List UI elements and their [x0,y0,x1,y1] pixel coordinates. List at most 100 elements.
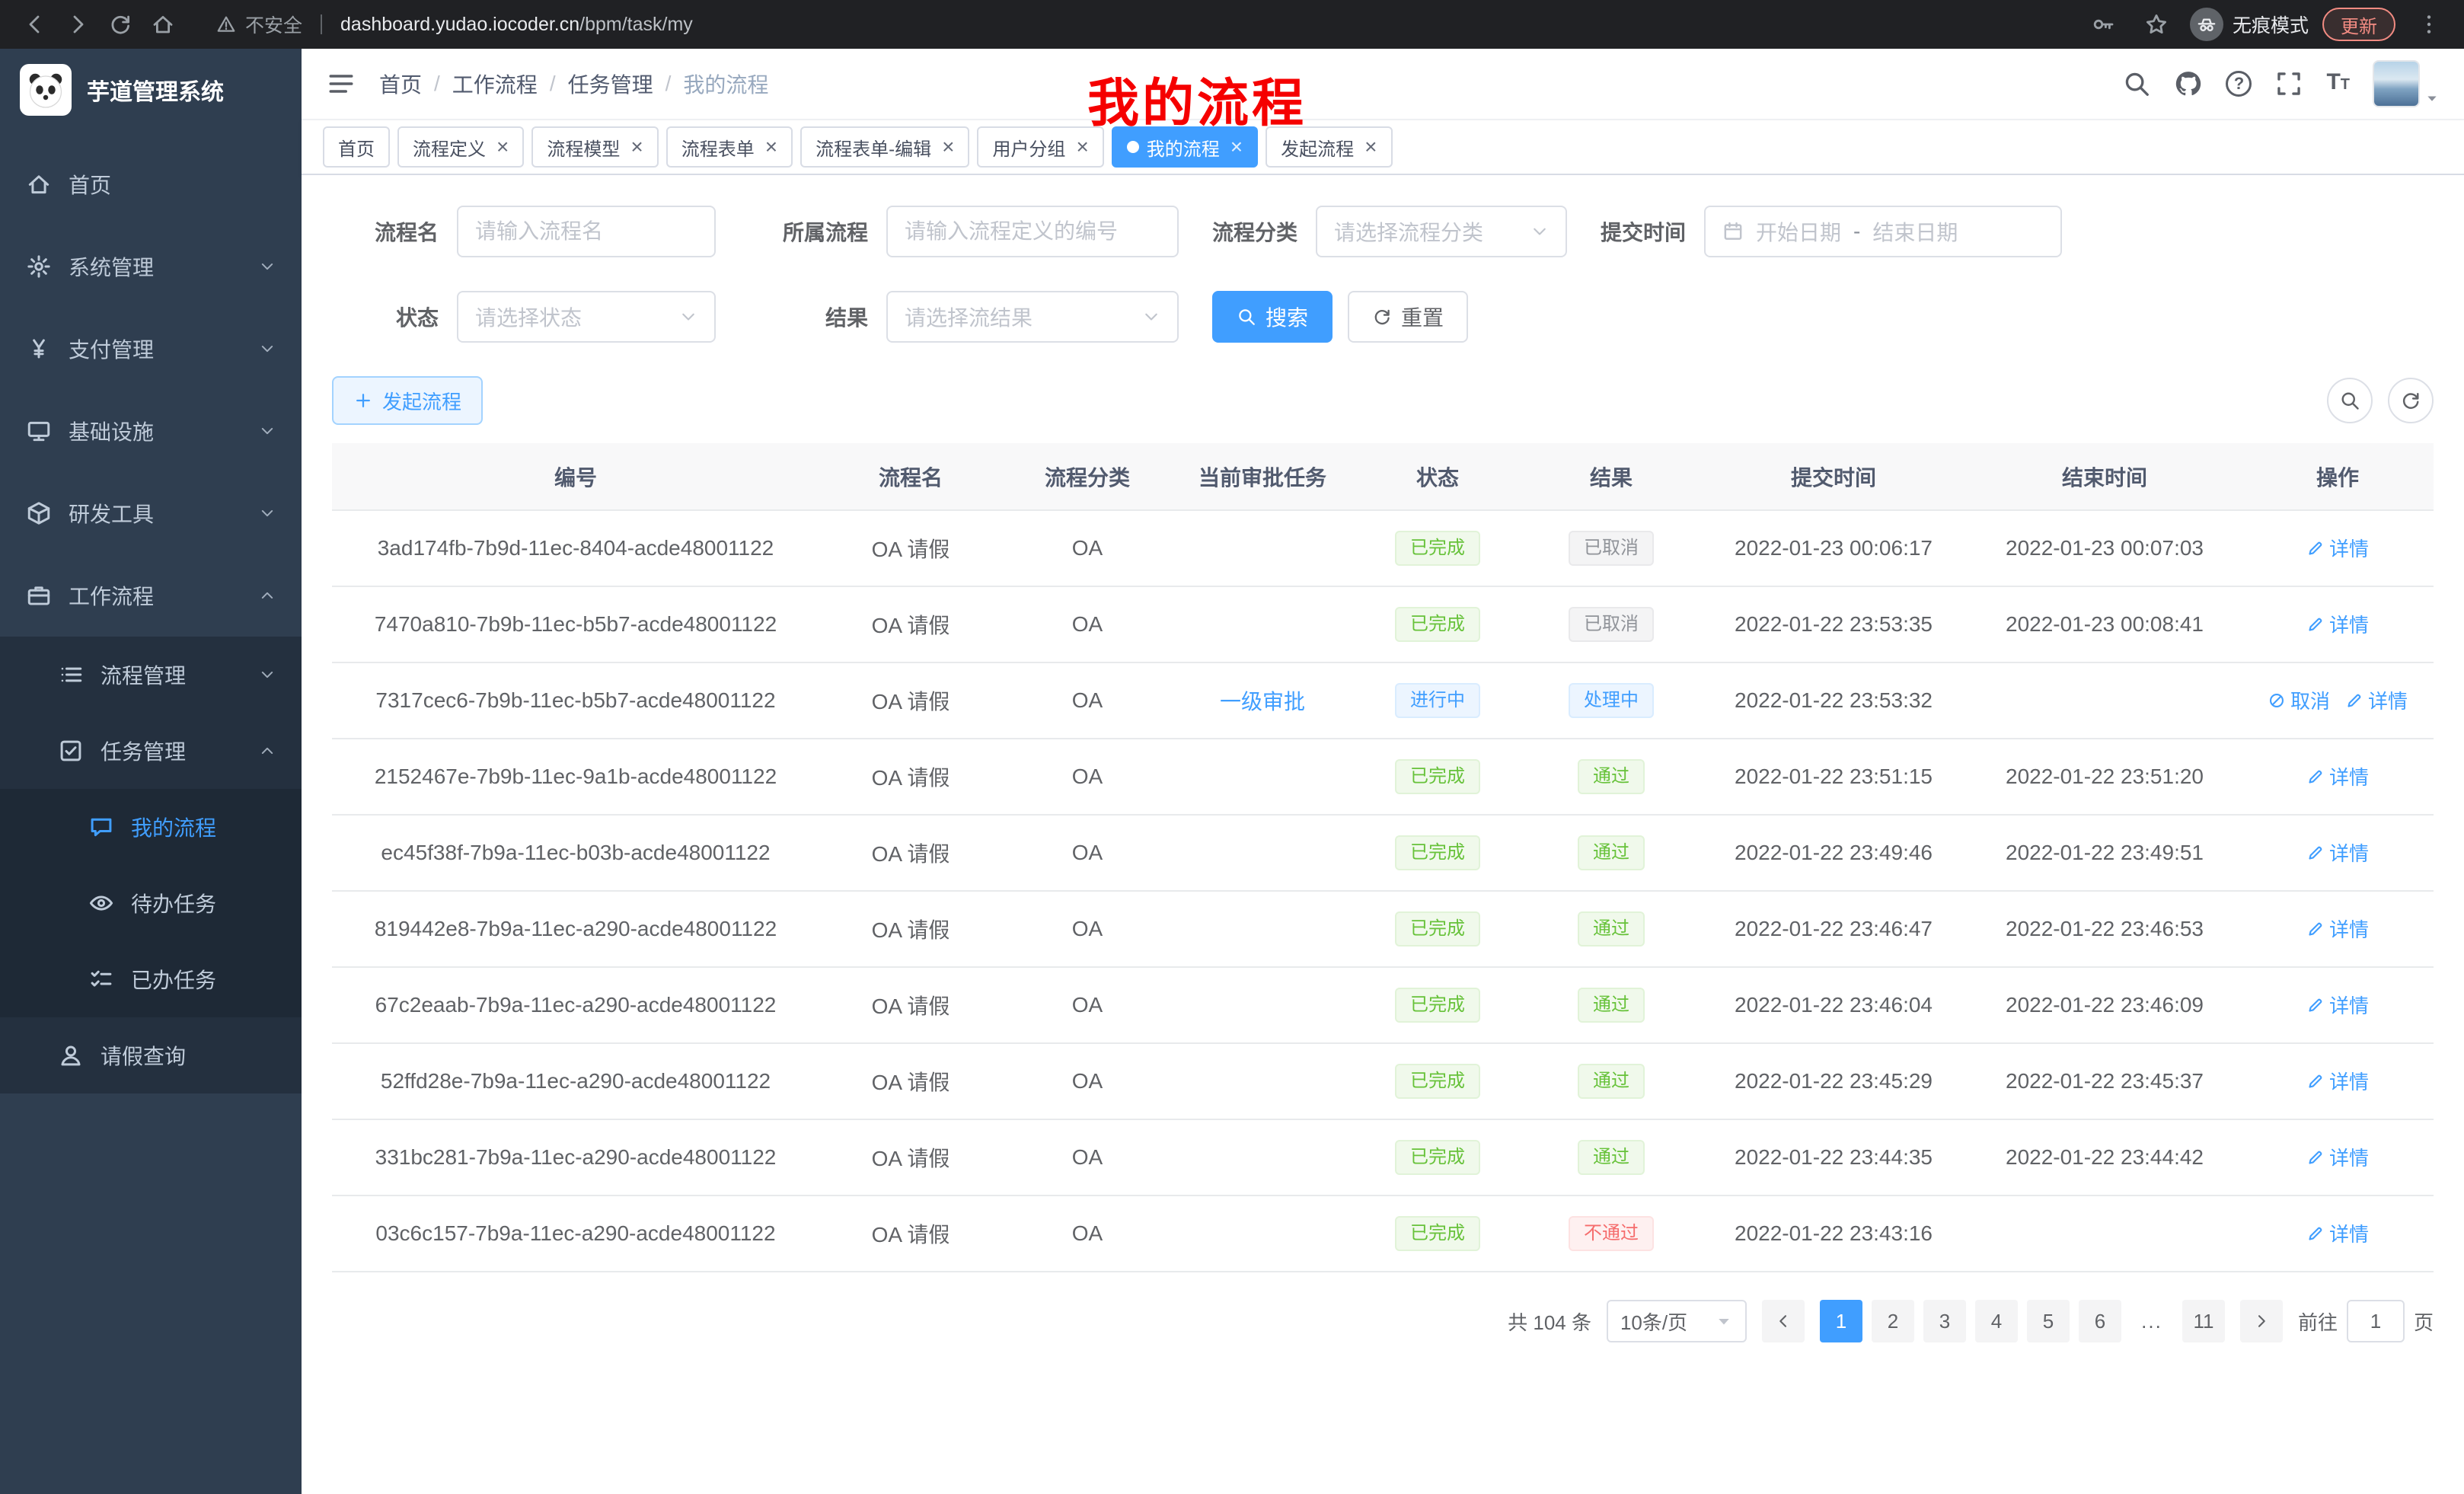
app-logo[interactable]: 芋道管理系统 [0,49,302,131]
detail-link[interactable]: 详情 [2306,915,2369,943]
page-6-button[interactable]: 6 [2079,1300,2121,1342]
main-area: 首页 工作流程 任务管理 我的流程 ? TT [302,49,2464,1494]
detail-link[interactable]: 详情 [2306,610,2369,638]
tab-home[interactable]: 首页 [323,126,390,168]
tab-process-model[interactable]: 流程模型× [531,126,658,168]
close-icon[interactable]: × [496,136,509,158]
sidebar-item-home[interactable]: 首页 [0,143,302,225]
cell-process-name: OA 请假 [819,1196,1002,1272]
detail-link[interactable]: 详情 [2306,1143,2369,1171]
warning-icon [216,14,236,34]
cell-current-task [1173,891,1352,967]
result-badge: 通过 [1578,759,1645,794]
fullscreen-icon[interactable] [2274,69,2303,98]
browser-update-button[interactable]: 更新 [2322,8,2395,41]
breadcrumb-item-home[interactable]: 首页 [379,69,422,99]
close-icon[interactable]: × [630,136,643,158]
chevron-down-icon [679,308,697,326]
pager-ellipsis[interactable]: ... [2130,1300,2173,1342]
close-icon[interactable]: × [765,136,777,158]
user-menu[interactable] [2373,60,2440,107]
tab-process-form[interactable]: 流程表单× [666,126,793,168]
sidebar-item-payment-management[interactable]: 支付管理 [0,308,302,390]
password-key-icon[interactable] [2083,5,2123,44]
help-icon[interactable]: ? [2226,71,2252,97]
page-11-button[interactable]: 11 [2182,1300,2225,1342]
close-icon[interactable]: × [1230,136,1243,158]
result-select[interactable]: 请选择流结果 [886,291,1179,343]
page-5-button[interactable]: 5 [2027,1300,2070,1342]
cell-category: OA [1002,815,1173,891]
sidebar-item-my-process[interactable]: 我的流程 [0,789,302,865]
address-bar[interactable]: 不安全 dashboard.yudao.iocoder.cn/bpm/task/… [201,5,2065,44]
tab-process-definition[interactable]: 流程定义× [397,126,524,168]
breadcrumb-item-task-management[interactable]: 任务管理 [568,69,653,99]
current-task-link[interactable]: 一级审批 [1220,690,1305,713]
detail-link[interactable]: 详情 [2306,762,2369,790]
status-select[interactable]: 请选择状态 [457,291,716,343]
back-icon[interactable] [15,5,55,44]
cell-category: OA [1002,739,1173,815]
header-search-icon[interactable] [2122,69,2151,98]
sidebar-item-system-management[interactable]: 系统管理 [0,225,302,308]
submit-time-range-picker[interactable]: 开始日期 - 结束日期 [1704,206,2062,257]
sidebar-item-label: 流程管理 [101,659,247,690]
result-badge: 通过 [1578,988,1645,1023]
refresh-table-button[interactable] [2388,378,2434,423]
cancel-link[interactable]: 取消 [2268,686,2330,714]
page-1-button[interactable]: 1 [1820,1300,1862,1342]
cell-end-time: 2022-01-23 00:08:41 [1968,586,2242,662]
goto-page-input[interactable] [2347,1300,2405,1342]
parent-process-input[interactable] [886,206,1179,257]
page-4-button[interactable]: 4 [1975,1300,2018,1342]
cell-result: 通过 [1523,815,1700,891]
tab-process-form-edit[interactable]: 流程表单-编辑× [800,126,969,168]
font-size-icon[interactable]: TT [2326,69,2350,98]
parent-process-label: 所属流程 [749,216,868,247]
sidebar-item-todo-tasks[interactable]: 待办任务 [0,865,302,941]
detail-link[interactable]: 详情 [2306,1067,2369,1095]
close-icon[interactable]: × [942,136,954,158]
refresh-icon[interactable] [101,5,140,44]
sidebar-item-workflow[interactable]: 工作流程 [0,554,302,637]
cell-actions: 详情 [2242,815,2434,891]
detail-link[interactable]: 详情 [2306,1219,2369,1247]
breadcrumb-item-workflow[interactable]: 工作流程 [452,69,538,99]
browser-menu-icon[interactable] [2409,5,2449,44]
browser-home-icon[interactable] [143,5,183,44]
bookmark-star-icon[interactable] [2137,5,2176,44]
next-page-button[interactable] [2240,1300,2283,1342]
create-process-button[interactable]: 发起流程 [332,376,483,425]
tab-user-group[interactable]: 用户分组× [977,126,1103,168]
page-size-select[interactable]: 10条/页 [1607,1300,1747,1342]
detail-link[interactable]: 详情 [2306,534,2369,562]
search-button-label: 搜索 [1266,302,1308,332]
sidebar-item-infrastructure[interactable]: 基础设施 [0,390,302,472]
reset-button[interactable]: 重置 [1348,291,1468,343]
cell-submit-time: 2022-01-22 23:44:35 [1700,1119,1968,1196]
github-icon[interactable] [2174,69,2203,98]
sidebar-item-done-tasks[interactable]: 已办任务 [0,941,302,1017]
search-icon [2339,390,2360,411]
sidebar-item-task-management[interactable]: 任务管理 [0,713,302,789]
category-select[interactable]: 请选择流程分类 [1316,206,1567,257]
page-2-button[interactable]: 2 [1872,1300,1914,1342]
cell-submit-time: 2022-01-22 23:45:29 [1700,1043,1968,1119]
tab-label: 我的流程 [1147,134,1220,161]
detail-link[interactable]: 详情 [2306,838,2369,867]
prev-page-button[interactable] [1762,1300,1805,1342]
close-icon[interactable]: × [1364,136,1377,158]
forward-icon[interactable] [58,5,97,44]
page-3-button[interactable]: 3 [1923,1300,1966,1342]
sidebar-item-leave-query[interactable]: 请假查询 [0,1017,302,1093]
sidebar-item-process-management[interactable]: 流程管理 [0,637,302,713]
detail-link[interactable]: 详情 [2345,686,2408,714]
process-name-input[interactable] [457,206,716,257]
toggle-search-button[interactable] [2327,378,2373,423]
chevron-down-icon [259,340,276,357]
sidebar-toggle-icon[interactable] [326,69,356,99]
search-button[interactable]: 搜索 [1212,291,1333,343]
detail-link[interactable]: 详情 [2306,991,2369,1019]
close-icon[interactable]: × [1076,136,1088,158]
sidebar-item-dev-tools[interactable]: 研发工具 [0,472,302,554]
